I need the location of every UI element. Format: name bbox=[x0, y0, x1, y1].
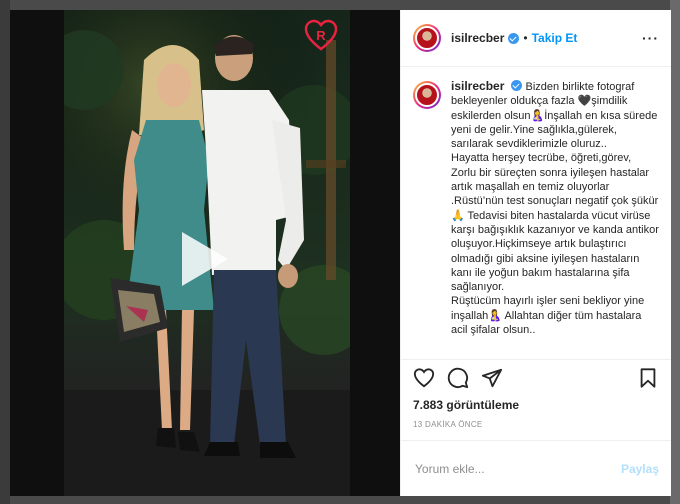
post-side-panel: isilrecber • Takip Et ··· isilrecber Biz… bbox=[400, 10, 671, 496]
post-timestamp: 13 DAKİKA ÖNCE bbox=[413, 420, 483, 429]
view-count[interactable]: 7.883 görüntüleme bbox=[401, 395, 671, 416]
verified-badge-icon bbox=[508, 32, 520, 44]
follow-button[interactable]: Takip Et bbox=[532, 31, 578, 45]
caption-avatar[interactable] bbox=[413, 81, 441, 109]
action-bar bbox=[401, 359, 671, 395]
post-media[interactable]: R bbox=[10, 10, 400, 496]
heart-icon[interactable] bbox=[413, 367, 435, 389]
play-icon[interactable] bbox=[182, 232, 228, 286]
add-comment-bar: Paylaş bbox=[401, 440, 671, 496]
comment-icon[interactable] bbox=[447, 367, 469, 389]
caption-area[interactable]: isilrecber Bizden birlikte fotograf bekl… bbox=[401, 67, 671, 359]
heart-badge-icon: R bbox=[304, 19, 338, 51]
backdrop-right-edge bbox=[670, 0, 680, 504]
caption-username[interactable]: isilrecber bbox=[451, 79, 504, 93]
caption-body: Bizden birlikte fotograf bekleyenler old… bbox=[451, 81, 659, 337]
bookmark-icon[interactable] bbox=[637, 367, 659, 389]
post-modal: R isilrecber • Takip Et ··· isilrecber B… bbox=[10, 10, 671, 496]
caption-verified-badge-icon bbox=[511, 80, 523, 91]
header-dot-separator: • bbox=[523, 31, 528, 45]
header-username[interactable]: isilrecber bbox=[451, 31, 504, 45]
post-comment-button[interactable]: Paylaş bbox=[621, 462, 659, 476]
caption-text-block: isilrecber Bizden birlikte fotograf bekl… bbox=[451, 79, 659, 337]
backdrop-left-edge bbox=[0, 0, 10, 504]
post-header: isilrecber • Takip Et ··· bbox=[401, 10, 671, 67]
caption-row: isilrecber Bizden birlikte fotograf bekl… bbox=[413, 79, 659, 337]
heart-badge-letter: R bbox=[316, 28, 326, 43]
comment-input[interactable] bbox=[413, 460, 607, 477]
paper-plane-icon[interactable] bbox=[481, 367, 503, 389]
more-options-icon[interactable]: ··· bbox=[642, 31, 659, 45]
avatar[interactable] bbox=[413, 24, 441, 52]
